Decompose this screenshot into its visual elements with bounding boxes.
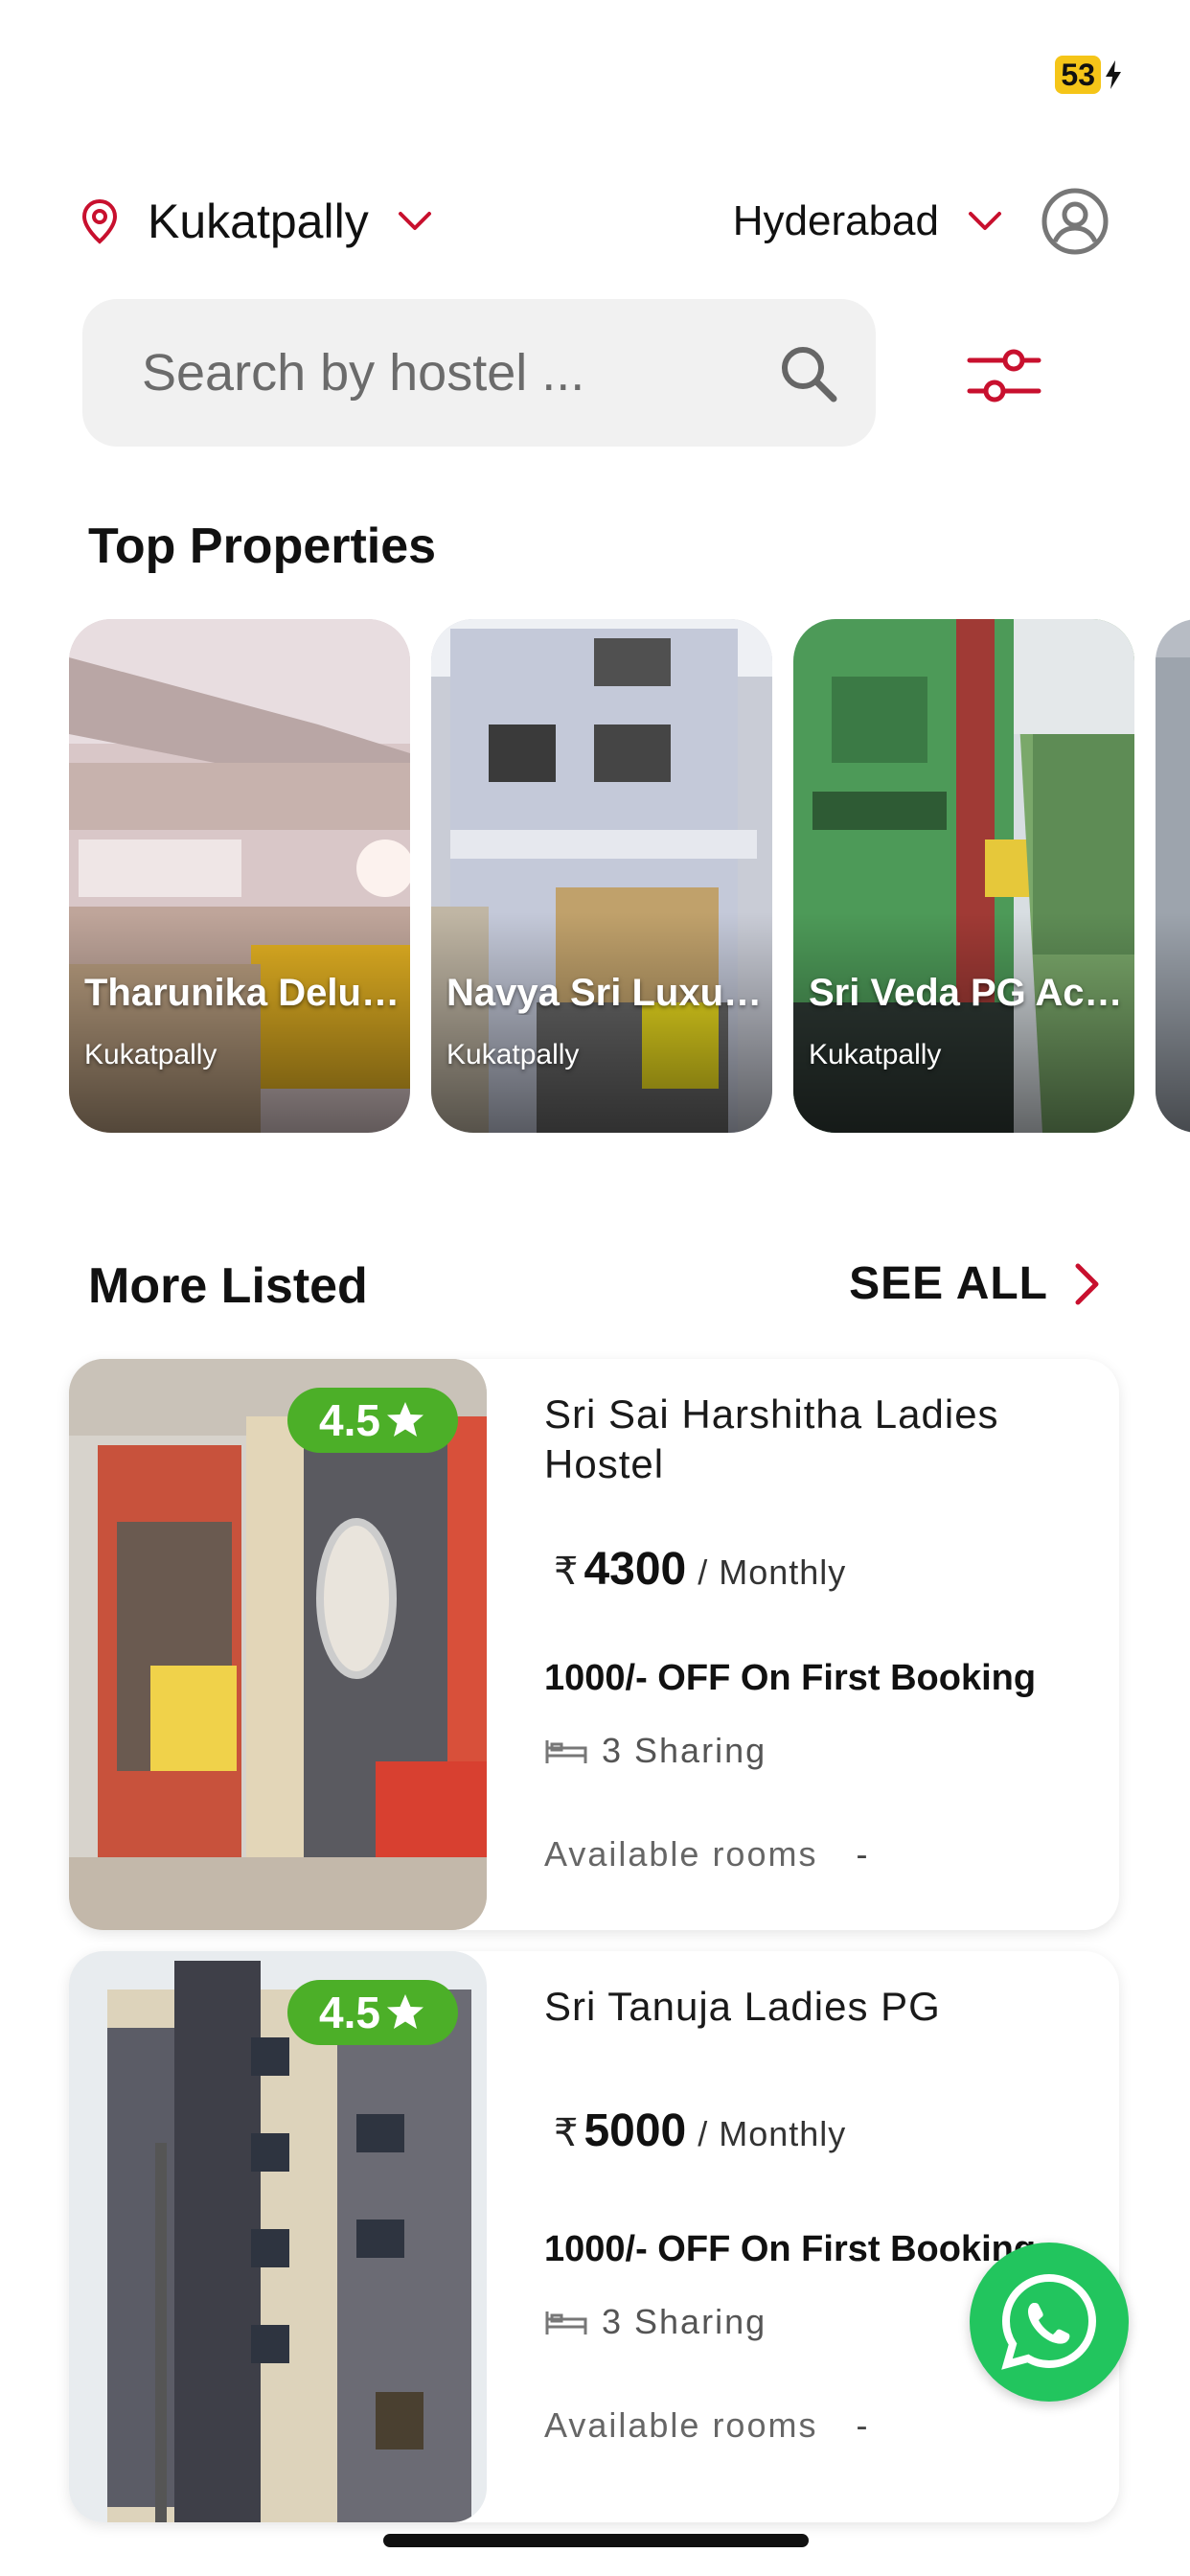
offer-text: 1000/- OFF On First Booking bbox=[544, 1658, 1037, 1698]
price-amount: 4300 bbox=[584, 1544, 687, 1595]
more-listed-heading: More Listed bbox=[88, 1258, 368, 1314]
available-rooms-value: - bbox=[856, 2405, 868, 2445]
sharing-label: 3 Sharing bbox=[602, 1731, 767, 1770]
city-name: Hyderabad bbox=[732, 197, 939, 244]
top-properties-heading: Top Properties bbox=[88, 518, 437, 574]
star-icon bbox=[386, 1994, 423, 2029]
chevron-down-icon bbox=[398, 212, 431, 230]
chevron-down-icon bbox=[969, 212, 1001, 230]
see-all-link[interactable]: SEE ALL bbox=[849, 1257, 1102, 1310]
top-property-card[interactable]: Tharunika Deluxe... Kukatpally bbox=[69, 619, 410, 1133]
star-icon bbox=[386, 1402, 423, 1437]
price-amount: 5000 bbox=[584, 2105, 687, 2156]
property-name: Navya Sri Luxury... bbox=[446, 972, 763, 1014]
battery-indicator: 53 bbox=[1055, 56, 1123, 94]
sharing-label: 3 Sharing bbox=[602, 2302, 767, 2341]
search-input[interactable] bbox=[142, 343, 736, 402]
listing-name: Sri Tanuja Ladies PG bbox=[544, 1984, 941, 2029]
card-shade bbox=[69, 912, 410, 1133]
sharing-info: 3 Sharing bbox=[544, 1731, 767, 1771]
filter-sliders-icon[interactable] bbox=[964, 341, 1044, 410]
city-selector[interactable]: Hyderabad bbox=[733, 197, 1002, 245]
bed-icon bbox=[545, 1740, 587, 1763]
card-shade bbox=[431, 912, 772, 1133]
battery-bolt-icon bbox=[1106, 60, 1121, 89]
top-property-card[interactable]: Sri Veda PG Acco... Kukatpally bbox=[793, 619, 1134, 1133]
location-header: Kukatpally Hyderabad bbox=[80, 187, 1110, 256]
top-property-card-partial[interactable] bbox=[1156, 619, 1190, 1133]
currency-symbol: ₹ bbox=[554, 1551, 579, 1593]
search-box[interactable] bbox=[82, 299, 876, 447]
area-selector[interactable]: Kukatpally bbox=[80, 194, 432, 249]
listing-card[interactable]: 4.5 Sri Tanuja Ladies PG ₹ 5000 / Monthl… bbox=[69, 1951, 1119, 2522]
status-bar: 53 bbox=[0, 0, 1190, 125]
home-indicator bbox=[383, 2534, 809, 2547]
sharing-info: 3 Sharing bbox=[544, 2302, 767, 2342]
card-shade bbox=[1156, 912, 1190, 1133]
property-name: Sri Veda PG Acco... bbox=[809, 972, 1125, 1014]
see-all-label: SEE ALL bbox=[849, 1258, 1048, 1309]
listing-card[interactable]: 4.5 Sri Sai Harshitha Ladies Hostel ₹ 43… bbox=[69, 1359, 1119, 1930]
available-rooms-label: Available rooms bbox=[544, 1834, 818, 1874]
top-properties-carousel[interactable]: Tharunika Deluxe... Kukatpally Navya Sri… bbox=[69, 619, 1190, 1133]
currency-symbol: ₹ bbox=[554, 2112, 579, 2154]
whatsapp-button[interactable] bbox=[970, 2242, 1129, 2402]
property-area: Kukatpally bbox=[809, 1039, 942, 1070]
rating-badge: 4.5 bbox=[287, 1980, 458, 2045]
chevron-right-icon bbox=[1075, 1263, 1099, 1304]
whatsapp-icon bbox=[1001, 2273, 1097, 2370]
rating-value: 4.5 bbox=[319, 1988, 380, 2037]
rating-badge: 4.5 bbox=[287, 1388, 458, 1453]
property-name: Tharunika Deluxe... bbox=[84, 972, 400, 1014]
user-avatar-icon[interactable] bbox=[1041, 187, 1110, 256]
rating-value: 4.5 bbox=[319, 1395, 380, 1445]
price-period: / Monthly bbox=[698, 1552, 847, 1592]
available-rooms-label: Available rooms bbox=[544, 2405, 818, 2445]
top-property-card[interactable]: Navya Sri Luxury... Kukatpally bbox=[431, 619, 772, 1133]
search-icon[interactable] bbox=[778, 343, 839, 404]
available-rooms-value: - bbox=[856, 1834, 868, 1874]
offer-text: 1000/- OFF On First Booking bbox=[544, 2229, 1037, 2269]
price-period: / Monthly bbox=[698, 2114, 847, 2153]
listing-price: ₹ 4300 / Monthly bbox=[554, 1543, 846, 1596]
available-rooms: Available rooms - bbox=[544, 2405, 867, 2446]
listing-name: Sri Sai Harshitha Ladies Hostel bbox=[544, 1392, 999, 1486]
bed-icon bbox=[545, 2312, 587, 2334]
search-row bbox=[82, 299, 1127, 447]
property-area: Kukatpally bbox=[84, 1039, 217, 1070]
property-area: Kukatpally bbox=[446, 1039, 580, 1070]
available-rooms: Available rooms - bbox=[544, 1834, 867, 1874]
location-pin-icon bbox=[81, 198, 118, 244]
card-shade bbox=[793, 912, 1134, 1133]
area-name: Kukatpally bbox=[148, 195, 369, 248]
listing-price: ₹ 5000 / Monthly bbox=[554, 2104, 846, 2157]
battery-level: 53 bbox=[1055, 56, 1101, 94]
